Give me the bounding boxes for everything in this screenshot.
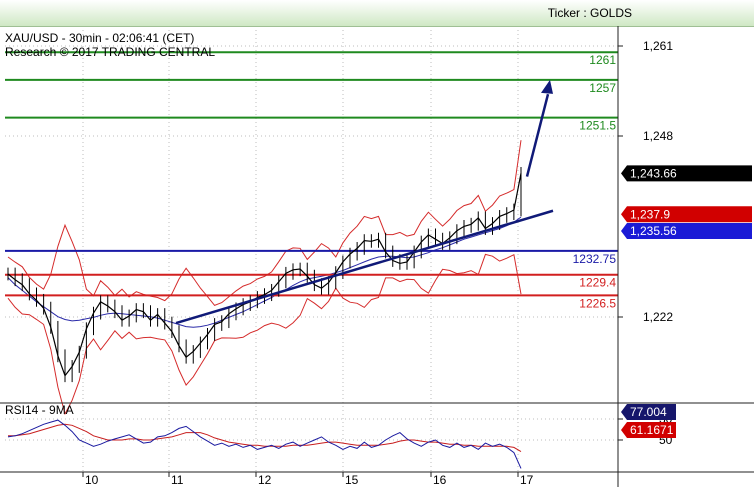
price-tick-label: 1,222 [643, 310, 673, 324]
price-tag-label: 1,237.9 [630, 207, 670, 221]
price-tick-label: 1,261 [643, 39, 673, 53]
projection-arrowhead [541, 79, 553, 94]
time-tick-label: 16 [433, 473, 447, 487]
time-tick-label: 17 [520, 473, 534, 487]
support-resistance-levels: 1261 1257 1251.5 1232.75 1229.4 1226.5 [5, 51, 618, 310]
time-tick-label: 11 [171, 473, 184, 487]
instrument-info: XAU/USD - 30min - 02:06:41 (CET) [5, 31, 195, 45]
bollinger-bands [7, 140, 522, 416]
upper-band [7, 140, 522, 306]
price-tags: 1,243.66 1,237.9 1,235.56 77.004 61.1671 [621, 165, 752, 438]
time-tick-label: 12 [258, 473, 272, 487]
rsi-title: RSI14 - 9MA [5, 403, 74, 417]
rsi-tag-label: 77.004 [630, 405, 667, 419]
rsi-panel: RSI14 - 9MA [5, 403, 522, 469]
chart-canvas: 1261 1257 1251.5 1232.75 1229.4 1226.5 RSI14 … [0, 26, 754, 487]
level-label: 1261 [589, 53, 616, 67]
trendline [175, 209, 554, 325]
level-label: 1232.75 [573, 252, 617, 266]
copyright-info: Research © 2017 TRADING CENTRAL [5, 45, 216, 59]
level-label: 1251.5 [579, 119, 616, 133]
rsi-tag-label: 61.1671 [630, 423, 674, 437]
rsi-line [7, 419, 522, 469]
time-tick-label: 10 [85, 473, 99, 487]
top-bar: Ticker : GOLDS [0, 0, 754, 27]
price-tick-label: 1,248 [643, 129, 673, 143]
projection-arrow-shaft [525, 93, 550, 177]
trend-overlay [175, 79, 554, 325]
ticker-label: Ticker : GOLDS [547, 6, 632, 20]
moving-average-line [7, 216, 522, 328]
time-tick-label: 15 [345, 473, 359, 487]
price-tag-label: 1,235.56 [630, 224, 677, 238]
level-label: 1226.5 [579, 296, 616, 310]
level-label: 1229.4 [579, 276, 616, 290]
level-label: 1257 [589, 81, 616, 95]
price-tag-label: 1,243.66 [630, 166, 677, 180]
